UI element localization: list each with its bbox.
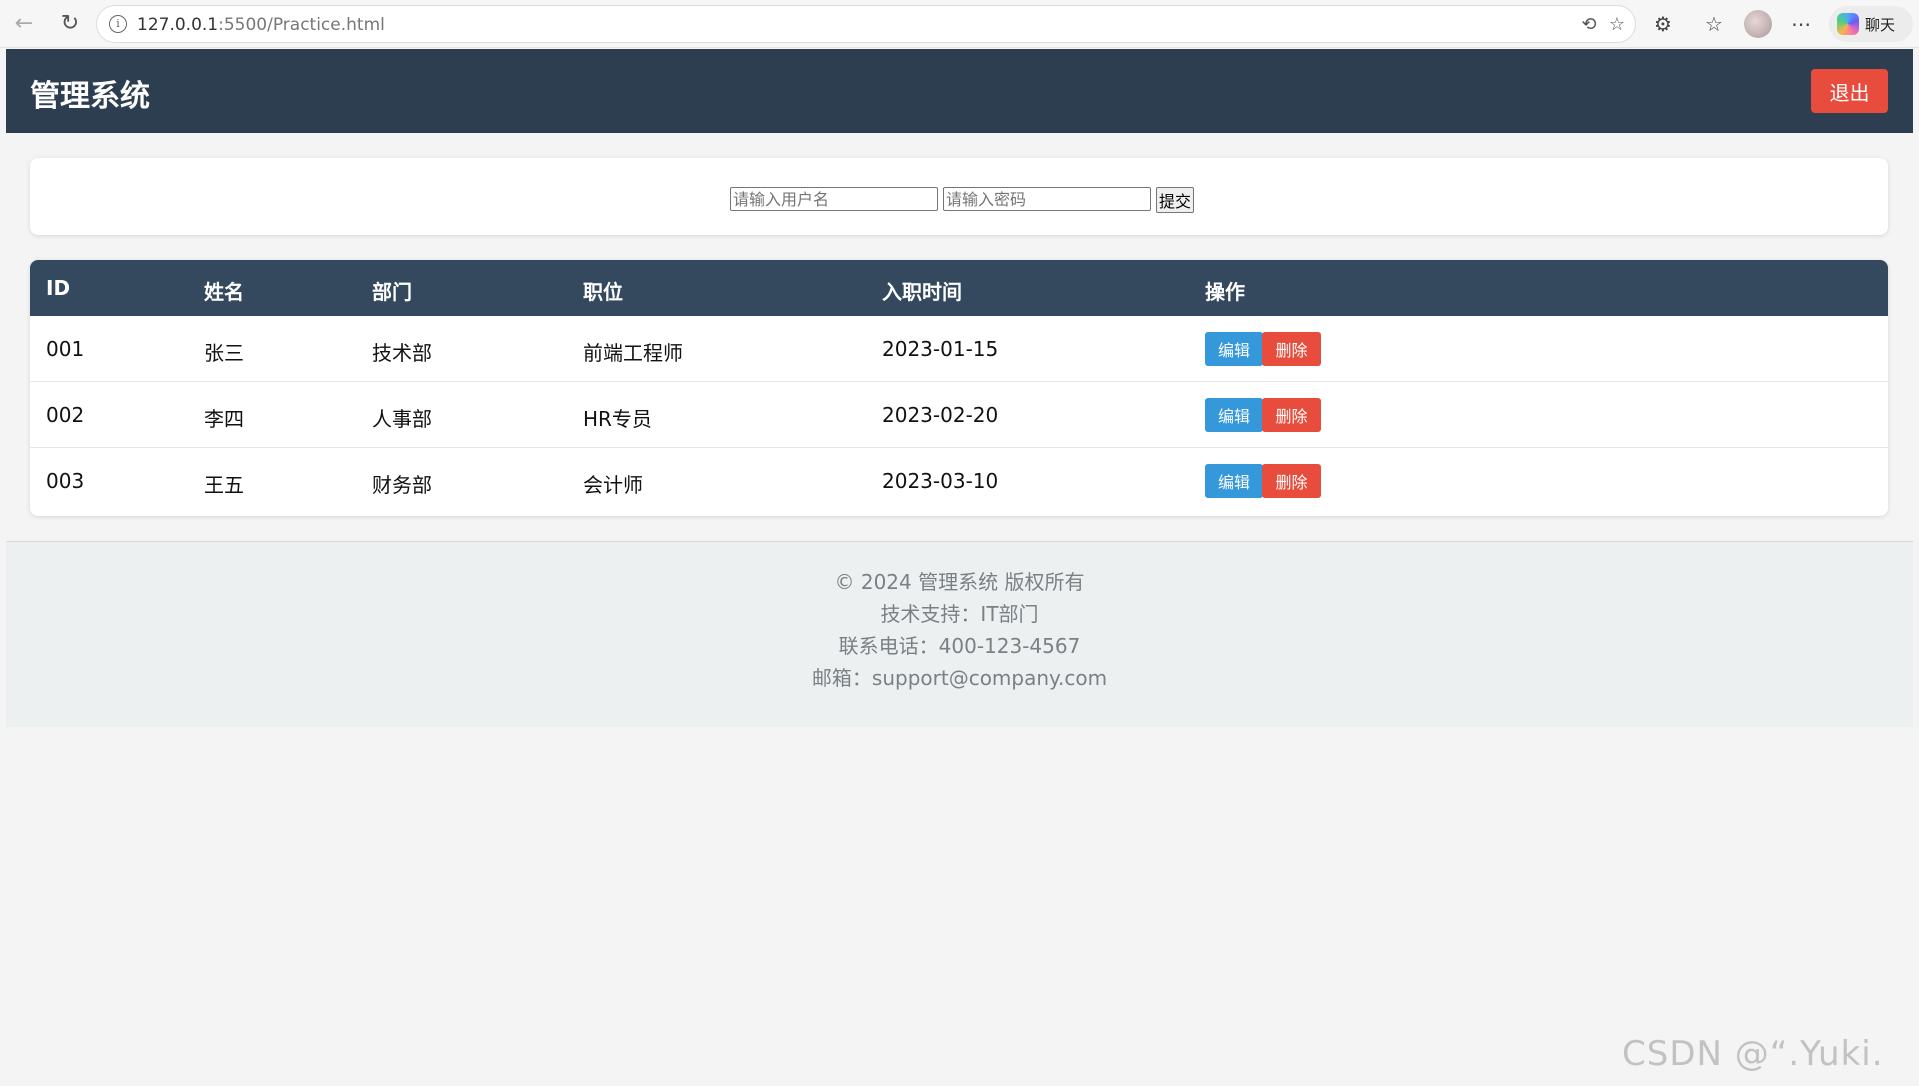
more-icon[interactable]: ⋯ <box>1789 12 1813 36</box>
cell-id: 001 <box>46 337 85 361</box>
page-title: 管理系统 <box>30 79 150 114</box>
copilot-icon <box>1837 13 1859 35</box>
cell-id: 002 <box>46 403 85 427</box>
column-header-position: 职位 <box>583 280 623 304</box>
footer-support: 技术支持：IT部门 <box>880 602 1039 626</box>
column-header-actions: 操作 <box>1205 280 1245 304</box>
username-input[interactable] <box>730 187 938 211</box>
cell-name: 李四 <box>204 407 244 431</box>
cell-hired: 2023-01-15 <box>882 337 999 361</box>
edit-button[interactable]: 编辑 <box>1205 332 1263 366</box>
favorites-icon[interactable]: ☆ <box>1702 12 1726 36</box>
app-header: 管理系统 退出 <box>6 49 1913 133</box>
cell-position: HR专员 <box>583 407 652 431</box>
delete-button[interactable]: 删除 <box>1262 332 1321 366</box>
column-header-dept: 部门 <box>372 280 412 304</box>
cell-name: 王五 <box>204 473 244 497</box>
delete-button[interactable]: 删除 <box>1262 464 1321 498</box>
chat-label: 聊天 <box>1865 16 1896 34</box>
edit-button[interactable]: 编辑 <box>1205 398 1263 432</box>
cell-hired: 2023-03-10 <box>882 469 999 493</box>
login-form: 提交 <box>730 187 1194 213</box>
footer-phone: 联系电话：400-123-4567 <box>838 634 1081 658</box>
translate-icon[interactable]: ⟲ <box>1579 15 1599 35</box>
table-row: 002 李四 人事部 HR专员 2023-02-20 编辑 删除 <box>30 382 1888 448</box>
copilot-chat-button[interactable]: 聊天 <box>1829 6 1913 42</box>
url-path: :5500/Practice.html <box>218 15 385 35</box>
url-host: 127.0.0.1 <box>137 15 219 35</box>
table-row: 003 王五 财务部 会计师 2023-03-10 编辑 删除 <box>30 448 1888 514</box>
submit-button[interactable]: 提交 <box>1156 187 1194 213</box>
favorite-star-icon[interactable]: ☆ <box>1607 15 1627 35</box>
cell-dept: 人事部 <box>372 407 432 431</box>
site-info-icon[interactable]: i <box>109 15 127 33</box>
cell-position: 前端工程师 <box>583 341 683 365</box>
back-icon[interactable]: ← <box>10 10 38 38</box>
cell-position: 会计师 <box>583 473 643 497</box>
page-viewport: 管理系统 退出 提交 ID 姓名 部门 职位 入职时间 操作 001 张三 技术… <box>6 49 1913 1086</box>
table-header: ID 姓名 部门 职位 入职时间 操作 <box>30 260 1888 316</box>
cell-id: 003 <box>46 469 85 493</box>
address-bar[interactable]: i 127.0.0.1:5500/Practice.html ⟲ ☆ <box>96 5 1636 43</box>
column-header-hired: 入职时间 <box>882 280 962 304</box>
logout-button[interactable]: 退出 <box>1811 69 1888 113</box>
cell-dept: 技术部 <box>372 341 432 365</box>
profile-avatar-icon[interactable] <box>1744 10 1772 38</box>
table-row: 001 张三 技术部 前端工程师 2023-01-15 编辑 删除 <box>30 316 1888 382</box>
password-input[interactable] <box>943 187 1151 211</box>
cell-hired: 2023-02-20 <box>882 403 999 427</box>
page-footer: © 2024 管理系统 版权所有 技术支持：IT部门 联系电话：400-123-… <box>6 541 1913 727</box>
cell-dept: 财务部 <box>372 473 432 497</box>
login-card: 提交 <box>30 158 1888 235</box>
address-url[interactable]: 127.0.0.1:5500/Practice.html <box>137 15 385 35</box>
edit-button[interactable]: 编辑 <box>1205 464 1263 498</box>
footer-email: 邮箱：support@company.com <box>811 666 1108 690</box>
watermark: CSDN @“.Yuki.～” <box>1622 1034 1884 1086</box>
cell-name: 张三 <box>204 341 244 365</box>
footer-copyright: © 2024 管理系统 版权所有 <box>834 570 1085 594</box>
browser-toolbar: ← ↻ i 127.0.0.1:5500/Practice.html ⟲ ☆ ⚙… <box>0 0 1919 48</box>
column-header-id: ID <box>46 276 71 300</box>
reload-icon[interactable]: ↻ <box>56 10 84 38</box>
employee-table: ID 姓名 部门 职位 入职时间 操作 001 张三 技术部 前端工程师 202… <box>30 260 1888 516</box>
extensions-icon[interactable]: ⚙ <box>1651 12 1675 36</box>
delete-button[interactable]: 删除 <box>1262 398 1321 432</box>
column-header-name: 姓名 <box>204 280 244 304</box>
